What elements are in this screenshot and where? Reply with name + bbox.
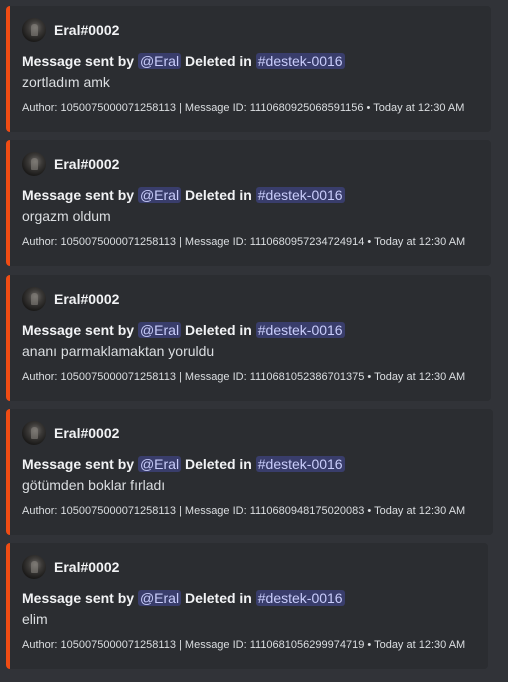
author-name[interactable]: Eral#0002 [54,156,119,172]
author-avatar[interactable] [22,555,46,579]
deleted-message-embed: Eral#0002 Message sent by @Eral Deleted … [6,6,491,132]
deleted-message-embed: Eral#0002 Message sent by @Eral Deleted … [6,409,493,535]
user-mention[interactable]: @Eral [137,187,182,203]
deleted-message-embed: Eral#0002 Message sent by @Eral Deleted … [6,140,491,266]
author-avatar[interactable] [22,421,46,445]
embed-footer: Author: 1050075000071258113 | Message ID… [22,236,466,248]
embed-title: Message sent by @Eral Deleted in #destek… [22,321,479,339]
author-avatar[interactable] [22,18,46,42]
embed-author: Eral#0002 [22,152,479,176]
embed-footer: Author: 1050075000071258113 | Message ID… [22,505,466,517]
message-log-feed: Eral#0002 Message sent by @Eral Deleted … [0,0,508,682]
embed-title: Message sent by @Eral Deleted in #destek… [22,52,479,70]
embed-title: Message sent by @Eral Deleted in #destek… [22,455,481,473]
embed-footer: Author: 1050075000071258113 | Message ID… [22,639,466,651]
title-middle: Deleted in [184,187,252,203]
embed-author: Eral#0002 [22,421,481,445]
title-middle: Deleted in [184,53,252,69]
title-prefix: Message sent by [22,456,135,472]
deleted-message-content: götümden boklar fırladı [22,477,166,493]
author-avatar[interactable] [22,152,46,176]
embed-author: Eral#0002 [22,18,479,42]
author-name[interactable]: Eral#0002 [54,291,119,307]
deleted-message-content: ananı parmaklamaktan yoruldu [22,343,215,359]
embed-author: Eral#0002 [22,287,479,311]
title-prefix: Message sent by [22,53,135,69]
user-mention[interactable]: @Eral [137,456,182,472]
deleted-message-embed: Eral#0002 Message sent by @Eral Deleted … [6,543,488,669]
user-mention[interactable]: @Eral [137,590,182,606]
embed-author: Eral#0002 [22,555,476,579]
title-middle: Deleted in [184,322,252,338]
embed-title: Message sent by @Eral Deleted in #destek… [22,589,476,607]
title-prefix: Message sent by [22,322,135,338]
embed-footer: Author: 1050075000071258113 | Message ID… [22,371,466,383]
deleted-message-content: orgazm oldum [22,208,111,224]
channel-mention[interactable]: #destek-0016 [255,322,345,338]
author-avatar[interactable] [22,287,46,311]
user-mention[interactable]: @Eral [137,322,182,338]
author-name[interactable]: Eral#0002 [54,22,119,38]
author-name[interactable]: Eral#0002 [54,425,119,441]
channel-mention[interactable]: #destek-0016 [255,53,345,69]
embed-title: Message sent by @Eral Deleted in #destek… [22,186,479,204]
deleted-message-content: zortladım amk [22,74,110,90]
user-mention[interactable]: @Eral [137,53,182,69]
deleted-message-embed: Eral#0002 Message sent by @Eral Deleted … [6,275,491,401]
title-middle: Deleted in [184,590,252,606]
channel-mention[interactable]: #destek-0016 [255,187,345,203]
channel-mention[interactable]: #destek-0016 [255,590,345,606]
deleted-message-content: elim [22,611,48,627]
author-name[interactable]: Eral#0002 [54,559,119,575]
title-prefix: Message sent by [22,187,135,203]
channel-mention[interactable]: #destek-0016 [255,456,345,472]
title-middle: Deleted in [184,456,252,472]
embed-footer: Author: 1050075000071258113 | Message ID… [22,102,465,114]
title-prefix: Message sent by [22,590,135,606]
